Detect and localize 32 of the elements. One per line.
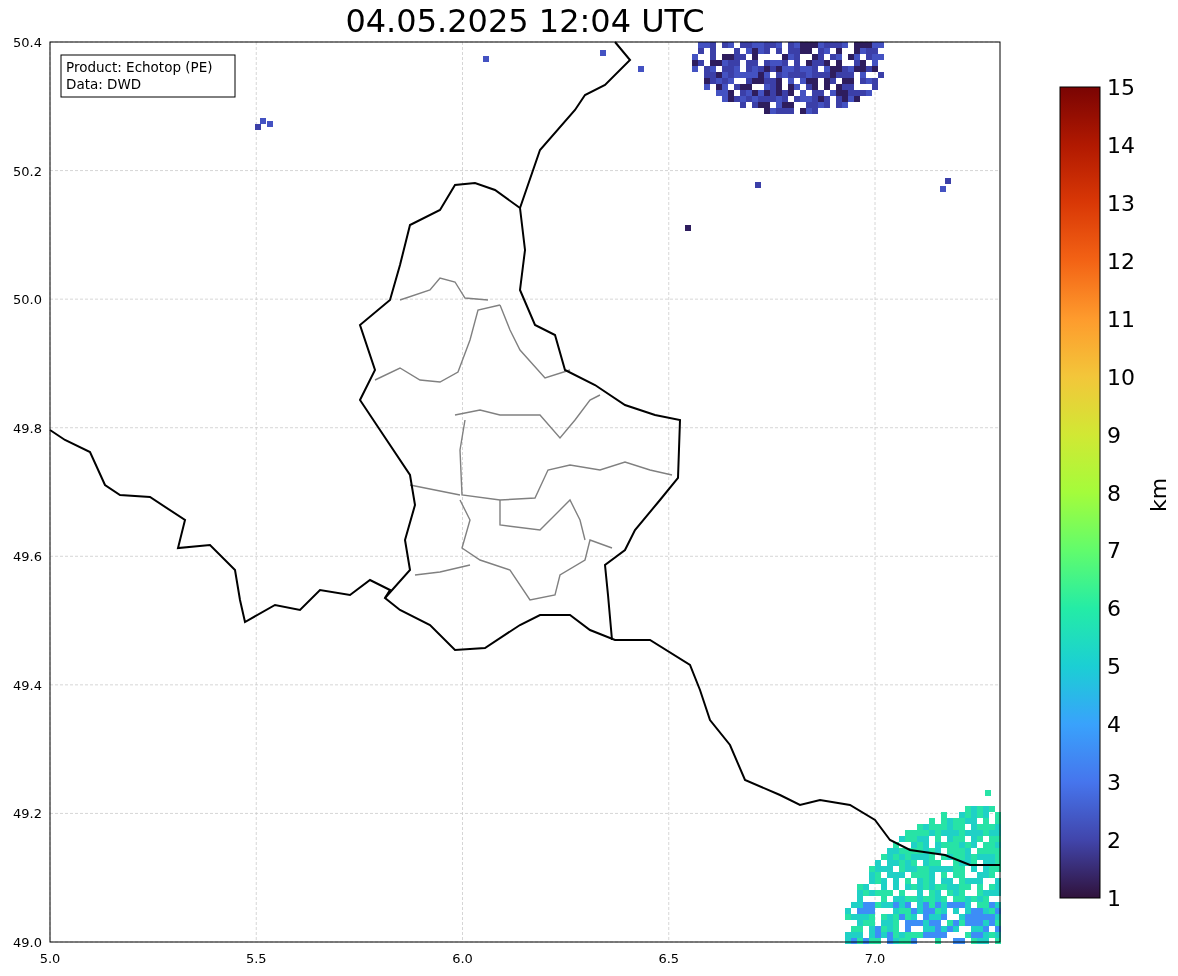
colorbar-tick-label: 13 [1107,190,1135,216]
y-tick-label: 49.4 [13,677,42,693]
colorbar-tick-label: 14 [1107,132,1135,158]
colorbar-tick-label: 11 [1107,306,1135,332]
legend-text: Data: DWD [66,76,142,92]
colorbar-tick-label: 8 [1107,480,1121,506]
x-tick-label: 6.5 [658,951,680,966]
colorbar-tick-label: 6 [1107,596,1121,622]
colorbar-tick-label: 9 [1107,422,1121,448]
colorbar-tick-label: 3 [1107,770,1121,796]
colorbar-tick-label: 5 [1107,654,1121,680]
colorbar-tick-label: 7 [1107,538,1121,564]
x-tick-label: 5.0 [39,951,61,966]
x-tick-label: 6.0 [452,951,473,966]
x-tick-label: 7.0 [864,951,886,966]
colorbar-tick-label: 15 [1107,75,1135,100]
legend-text: Product: Echotop (PE) [66,59,213,75]
y-tick-label: 50.0 [13,292,42,308]
y-tick-label: 50.2 [13,163,42,179]
y-tick-label: 49.2 [13,806,42,822]
colorbar-label: km [1146,477,1171,513]
y-tick-label: 49.8 [13,420,42,436]
colorbar-tick-label: 2 [1107,828,1121,854]
x-tick-label: 5.5 [245,951,267,966]
chart-title: 04.05.2025 12:04 UTC [345,5,705,37]
y-tick-label: 50.4 [13,35,42,50]
colorbar-tick-label: 10 [1107,364,1135,390]
colorbar-tick-label: 4 [1107,712,1121,738]
colorbar-tick-label: 1 [1107,886,1121,911]
y-tick-label: 49.6 [13,549,42,565]
colorbar-tick-label: 12 [1107,248,1135,274]
y-tick-label: 49.0 [13,935,42,950]
